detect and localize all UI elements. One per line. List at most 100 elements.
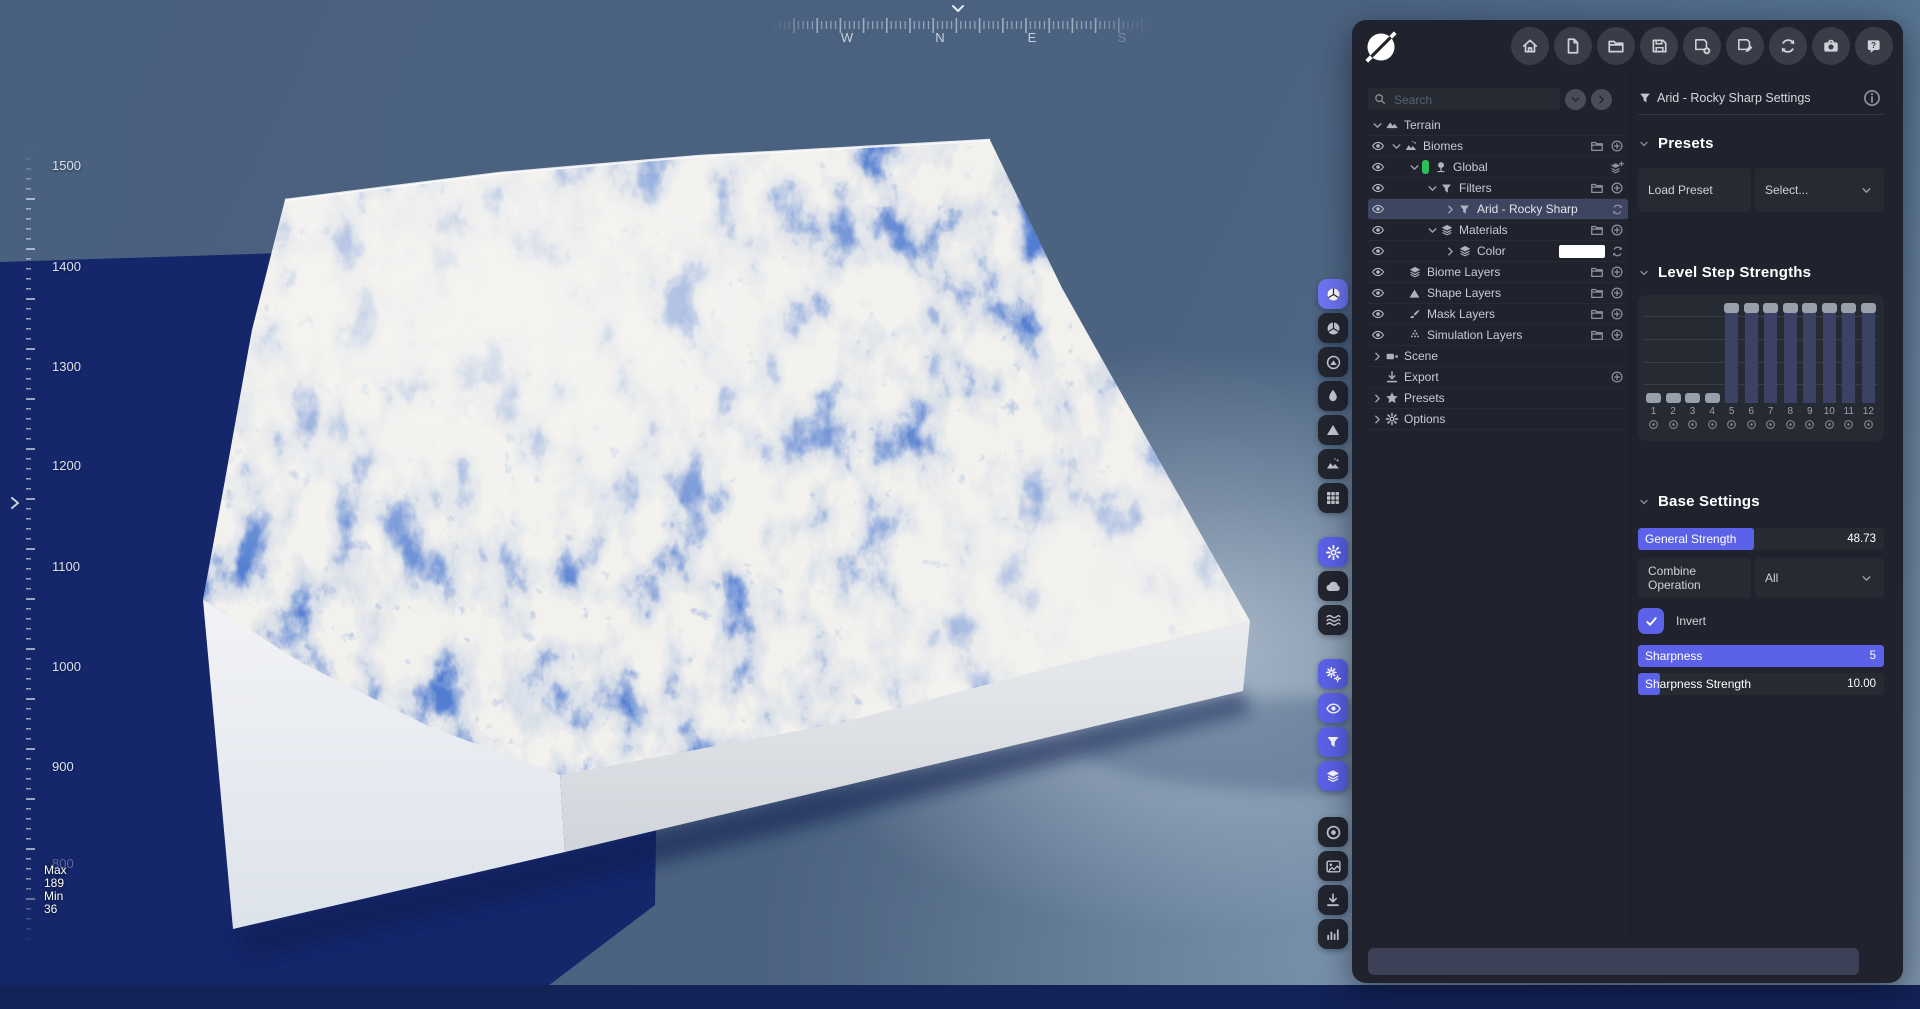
chevron-down-icon[interactable] — [1390, 140, 1404, 153]
grid-button[interactable] — [1318, 483, 1348, 513]
tree-row-color[interactable]: Color — [1368, 241, 1628, 262]
group-folder-icon[interactable] — [1590, 181, 1604, 195]
load-preset-select[interactable]: Select... — [1755, 168, 1884, 212]
add-plus-icon[interactable] — [1610, 328, 1624, 342]
refresh-icon[interactable] — [1611, 245, 1624, 258]
save-as-add-button[interactable] — [1683, 27, 1721, 65]
add-plus-icon[interactable] — [1610, 265, 1624, 279]
slider-handle[interactable] — [1743, 303, 1759, 313]
tree-row-biomes[interactable]: Biomes — [1368, 136, 1628, 157]
level-step-slider[interactable]: 4 — [1704, 303, 1720, 430]
chevron-down-icon[interactable] — [1371, 119, 1385, 132]
chevron-down-icon[interactable] — [1408, 161, 1422, 174]
visibility-eye-icon[interactable] — [1371, 244, 1385, 258]
expand-left-panel-icon[interactable] — [9, 496, 21, 510]
level-step-slider[interactable]: 12 — [1860, 303, 1876, 430]
download-button[interactable] — [1318, 885, 1348, 915]
visibility-eye-icon[interactable] — [1371, 265, 1385, 279]
visibility-eye-icon[interactable] — [1371, 181, 1385, 195]
step-eye-icon[interactable] — [1707, 419, 1718, 430]
new-file-button[interactable] — [1554, 27, 1592, 65]
tree-row-presets[interactable]: Presets — [1368, 388, 1628, 409]
visibility-eye-icon[interactable] — [1371, 202, 1385, 216]
slider-handle[interactable] — [1704, 393, 1720, 403]
step-eye-icon[interactable] — [1668, 419, 1679, 430]
tree-row-materials[interactable]: Materials — [1368, 220, 1628, 241]
visibility-eye-icon[interactable] — [1371, 160, 1385, 174]
screenshot-image-button[interactable] — [1318, 851, 1348, 881]
record-button[interactable] — [1318, 817, 1348, 847]
chevron-right-icon[interactable] — [1444, 203, 1458, 216]
group-folder-icon[interactable] — [1590, 265, 1604, 279]
chevron-right-icon[interactable] — [1371, 350, 1385, 363]
tree-row-scene[interactable]: Scene — [1368, 346, 1628, 367]
chevron-down-icon[interactable] — [1426, 182, 1440, 195]
tree-row-simulation-layers[interactable]: Simulation Layers — [1368, 325, 1628, 346]
level-step-slider[interactable]: 3 — [1685, 303, 1701, 430]
panel-resize-grip[interactable] — [1349, 913, 1352, 930]
expand-next-button[interactable] — [1591, 88, 1612, 110]
level-step-slider[interactable]: 11 — [1841, 303, 1857, 430]
group-folder-icon[interactable] — [1590, 286, 1604, 300]
chevron-right-icon[interactable] — [1444, 245, 1458, 258]
add-plus-icon[interactable] — [1610, 139, 1624, 153]
filter-funnel-button[interactable] — [1318, 727, 1348, 757]
level-step-slider[interactable]: 7 — [1763, 303, 1779, 430]
open-folder-button[interactable] — [1597, 27, 1635, 65]
add-plus-icon[interactable] — [1610, 223, 1624, 237]
tree-row-filters[interactable]: Filters — [1368, 178, 1628, 199]
level-step-slider[interactable]: 1 — [1646, 303, 1661, 430]
slider-handle[interactable] — [1646, 393, 1661, 403]
level-step-slider[interactable]: 8 — [1782, 303, 1798, 430]
visibility-eye-icon[interactable] — [1371, 328, 1385, 342]
slider-handle[interactable] — [1802, 303, 1818, 313]
slider-handle[interactable] — [1665, 393, 1681, 403]
group-folder-icon[interactable] — [1590, 328, 1604, 342]
settings-gear-button[interactable] — [1318, 537, 1348, 567]
chevron-right-icon[interactable] — [1371, 392, 1385, 405]
tree-row-shape-layers[interactable]: Shape Layers — [1368, 283, 1628, 304]
level-step-slider[interactable]: 10 — [1821, 303, 1837, 430]
combine-operation-select[interactable]: All — [1755, 558, 1884, 598]
step-eye-icon[interactable] — [1648, 419, 1659, 430]
save-button[interactable] — [1640, 27, 1678, 65]
level-steps-section-header[interactable]: Level Step Strengths — [1638, 264, 1884, 281]
tree-row-arid-rocky-sharp[interactable]: Arid - Rocky Sharp — [1368, 199, 1628, 220]
info-button[interactable] — [1860, 86, 1884, 110]
compass-bar[interactable]: W N E S — [770, 4, 1150, 52]
slider-handle[interactable] — [1763, 303, 1779, 313]
invert-checkbox[interactable] — [1638, 608, 1664, 634]
search-box[interactable] — [1368, 88, 1560, 112]
sync-refresh-button[interactable] — [1769, 27, 1807, 65]
circle-mountain-button[interactable] — [1318, 347, 1348, 377]
level-step-slider[interactable]: 6 — [1743, 303, 1759, 430]
base-settings-section-header[interactable]: Base Settings — [1638, 493, 1884, 510]
collapse-all-button[interactable] — [1565, 88, 1586, 110]
tree-row-biome-layers[interactable]: Biome Layers — [1368, 262, 1628, 283]
step-eye-icon[interactable] — [1765, 419, 1776, 430]
color-swatch-white[interactable] — [1559, 244, 1605, 258]
add-plus-icon[interactable] — [1610, 307, 1624, 321]
level-step-slider[interactable]: 2 — [1665, 303, 1681, 430]
visibility-eye-icon[interactable] — [1371, 286, 1385, 300]
slider-handle[interactable] — [1841, 303, 1857, 313]
sphere-view-button[interactable] — [1318, 279, 1348, 309]
chevron-right-icon[interactable] — [1371, 413, 1385, 426]
level-step-slider[interactable]: 5 — [1724, 303, 1740, 430]
add-plus-icon[interactable] — [1610, 181, 1624, 195]
visibility-eye-button[interactable] — [1318, 693, 1348, 723]
visibility-eye-icon[interactable] — [1371, 223, 1385, 237]
slider-handle[interactable] — [1821, 303, 1837, 313]
statistics-chart-button[interactable] — [1318, 919, 1348, 949]
visibility-eye-icon[interactable] — [1371, 307, 1385, 321]
add-layer-icon[interactable] — [1609, 160, 1624, 175]
step-eye-icon[interactable] — [1843, 419, 1854, 430]
sphere-icon-button[interactable] — [1318, 313, 1348, 343]
biomes-button[interactable] — [1318, 449, 1348, 479]
sharpness-slider[interactable]: Sharpness 5 — [1638, 645, 1884, 667]
auto-process-gears-button[interactable] — [1318, 659, 1348, 689]
search-input[interactable] — [1392, 88, 1556, 112]
home-button[interactable] — [1511, 27, 1549, 65]
visibility-eye-icon[interactable] — [1371, 139, 1385, 153]
slider-handle[interactable] — [1685, 393, 1701, 403]
